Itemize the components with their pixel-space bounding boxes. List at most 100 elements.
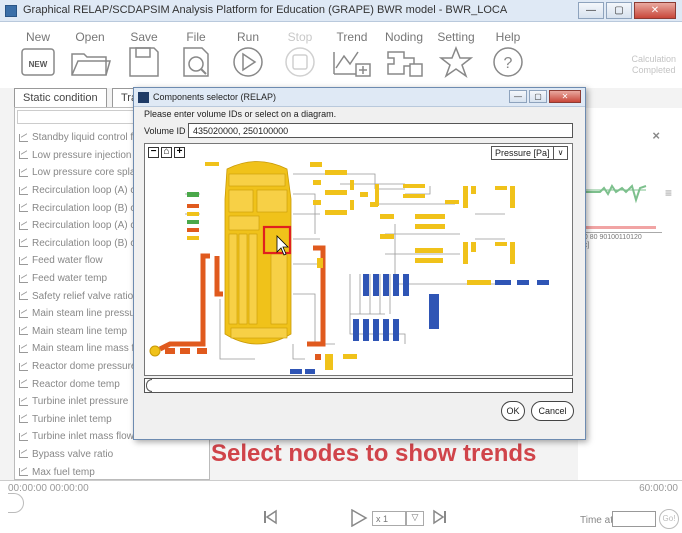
trend-axis-ticks: 70 80 90100110120 [580, 234, 642, 241]
skip-to-end-icon[interactable] [432, 509, 448, 525]
noding-label: Noding [384, 30, 424, 44]
svg-text:?: ? [504, 55, 513, 72]
dialog-prompt: Please enter volume IDs or select on a d… [144, 109, 337, 119]
new-button[interactable]: New NEW [10, 30, 66, 78]
noding-icon [387, 51, 423, 77]
play-icon [233, 47, 263, 77]
help-icon: ? [493, 47, 523, 77]
list-item-label: Feed water temp [32, 273, 108, 285]
trend-line-icon [19, 204, 28, 213]
setting-label: Setting [437, 30, 475, 44]
run-button[interactable]: Run [220, 30, 276, 78]
trend-preview-panel: × ≡ 70 80 90100110120 ec] [578, 108, 682, 480]
trend-line-icon [19, 344, 28, 353]
noding-button[interactable]: Noding [376, 30, 432, 78]
caption-text: Select nodes to show trends [211, 440, 537, 467]
status-line-1: Calculation [631, 54, 676, 64]
toolbar: New NEW Open Save File Run Stop Trend No… [0, 22, 682, 88]
trend-line-icon [19, 239, 28, 248]
file-search-icon [183, 47, 209, 77]
help-label: Help [495, 30, 521, 44]
trend-menu-icon[interactable]: ≡ [665, 186, 672, 200]
help-button[interactable]: Help ? [480, 30, 536, 78]
noding-svg [149, 161, 549, 374]
stop-button[interactable]: Stop [272, 30, 328, 78]
dialog-app-icon [138, 92, 149, 103]
trend-highlight-band [582, 226, 656, 229]
list-item-label: Recirculation loop (B) co [32, 237, 141, 249]
list-item-label: Reactor dome pressure [32, 361, 137, 373]
minimize-button[interactable]: — [578, 2, 604, 19]
tab-static-condition[interactable]: Static condition [14, 88, 107, 107]
list-item-label: Turbine inlet pressure [32, 396, 129, 408]
open-button[interactable]: Open [62, 30, 118, 78]
volume-id-input[interactable] [188, 123, 573, 138]
trend-line-icon [19, 292, 28, 301]
trend-line-icon [19, 397, 28, 406]
trend-line-icon [19, 450, 28, 459]
stop-label: Stop [287, 30, 313, 44]
go-button[interactable]: Go! [659, 509, 679, 529]
trend-line-icon [19, 380, 28, 389]
list-item-label: Standby liquid control flow [32, 132, 149, 144]
file-button[interactable]: File [168, 30, 224, 78]
time-at-input[interactable] [612, 511, 656, 527]
plant-noding-diagram[interactable]: − ⌂ + Pressure [Pa] ∨ [144, 143, 573, 376]
list-item-label: Main steam line mass flow [32, 343, 150, 355]
list-item[interactable]: Bypass valve ratio [15, 446, 209, 464]
list-item-label: Turbine inlet mass flow [32, 431, 134, 443]
list-item-label: Bypass valve ratio [32, 448, 114, 460]
title-bar: Graphical RELAP/SCDAPSIM Analysis Platfo… [0, 0, 682, 22]
star-icon [438, 46, 474, 78]
stop-icon [285, 47, 315, 77]
ok-button[interactable]: OK [501, 401, 525, 421]
list-item-label: Reactor dome temp [32, 378, 120, 390]
setting-button[interactable]: Setting [428, 30, 484, 78]
maximize-button[interactable]: ▢ [606, 2, 632, 19]
skip-to-start-icon[interactable] [262, 509, 278, 525]
speed-select[interactable]: x 1 [372, 511, 406, 526]
time-at-label: Time at [580, 515, 613, 526]
trend-line-icon [19, 309, 28, 318]
trend-chart-icon [333, 51, 371, 77]
dialog-minimize-button[interactable]: — [509, 90, 527, 103]
dialog-output-field[interactable] [144, 378, 573, 393]
folder-icon [71, 53, 111, 76]
list-item-label: Safety relief valve ratio [32, 290, 134, 302]
close-button[interactable]: ✕ [634, 2, 676, 19]
output-scroll-handle [146, 379, 152, 392]
save-button[interactable]: Save [116, 30, 172, 78]
cancel-button[interactable]: Cancel [531, 401, 574, 421]
trend-line-icon [19, 168, 28, 177]
variable-search-input[interactable] [17, 110, 137, 124]
list-item-label: Recirculation loop (A) co [32, 220, 141, 232]
window-controls: — ▢ ✕ [578, 2, 676, 19]
speed-dropdown-icon[interactable]: ▽ [406, 511, 424, 526]
list-item-label: Main steam line temp [32, 325, 128, 337]
window-title: Graphical RELAP/SCDAPSIM Analysis Platfo… [23, 4, 508, 16]
list-item[interactable]: Max fuel temp [15, 463, 209, 479]
play-icon[interactable] [350, 509, 368, 527]
list-item-label: Max fuel temp [32, 466, 95, 478]
dialog-title-bar: Components selector (RELAP) — ▢ ✕ [134, 88, 585, 107]
open-label: Open [75, 30, 105, 44]
timeline-slider-handle[interactable] [8, 493, 24, 513]
timeline-bar: 00:00:00 00:00:00 60:00:00 x 1 ▽ Time at… [0, 480, 682, 533]
dialog-maximize-button[interactable]: ▢ [529, 90, 547, 103]
save-label: Save [130, 30, 158, 44]
close-trend-icon[interactable]: × [652, 128, 660, 143]
timeline-start: 00:00:00 00:00:00 [8, 483, 89, 494]
new-document-icon: NEW [21, 48, 55, 76]
trend-line-icon [19, 362, 28, 371]
trend-line-icon [19, 415, 28, 424]
timeline-end: 60:00:00 [639, 483, 678, 494]
new-label: New [25, 30, 50, 44]
list-item-label: Feed water flow [32, 255, 103, 267]
dialog-close-button[interactable]: ✕ [549, 90, 581, 103]
trend-line-icon [19, 256, 28, 265]
components-selector-dialog: Components selector (RELAP) — ▢ ✕ Please… [133, 87, 586, 440]
list-item-label: Recirculation loop (B) co [32, 202, 141, 214]
app-window: Graphical RELAP/SCDAPSIM Analysis Platfo… [0, 0, 682, 533]
list-item-label: Main steam line pressure [32, 308, 144, 320]
trend-button[interactable]: Trend [324, 30, 380, 78]
